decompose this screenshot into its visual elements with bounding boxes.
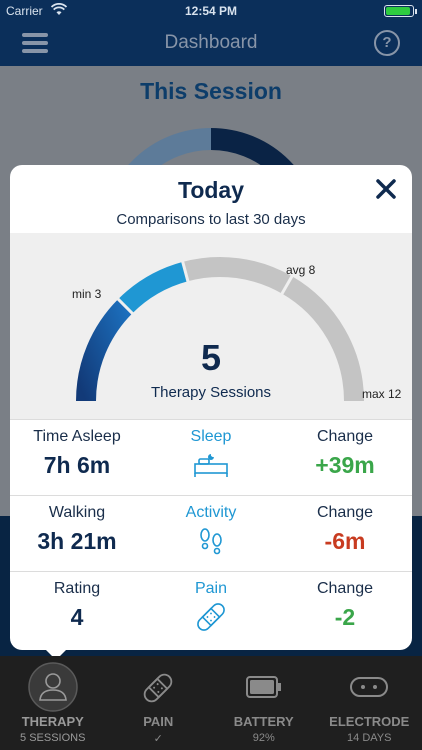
metric-label: Time Asleep bbox=[33, 428, 121, 445]
stats-row-sleep: Time Asleep 7h 6m Sleep Change +39m bbox=[10, 419, 412, 495]
stats-row-activity: Walking 3h 21m Activity Change -6m bbox=[10, 495, 412, 571]
tab-bar: THERAPY 5 SESSIONS PAIN ✓ BATTERY 92% EL… bbox=[0, 656, 422, 750]
metric-label: Rating bbox=[53, 580, 101, 597]
gauge-value: 5 bbox=[200, 337, 222, 378]
metric-label: Walking bbox=[48, 504, 106, 521]
close-icon[interactable] bbox=[374, 177, 398, 201]
electrode-icon bbox=[350, 677, 389, 697]
tab-label: THERAPY bbox=[21, 714, 84, 729]
category-label: Sleep bbox=[190, 428, 232, 445]
metric-value: 7h 6m bbox=[43, 452, 111, 478]
gauge-label: Therapy Sessions bbox=[150, 384, 272, 401]
category-label: Pain bbox=[194, 580, 228, 597]
gauge-min-label: min 3 bbox=[72, 287, 102, 301]
battery-status-icon bbox=[384, 5, 417, 17]
tab-label: BATTERY bbox=[233, 714, 294, 729]
tab-sublabel: 14 DAYS bbox=[347, 732, 392, 744]
metric-value: 4 bbox=[70, 604, 84, 630]
modal-title: Today bbox=[177, 177, 245, 203]
tab-therapy[interactable]: THERAPY 5 SESSIONS bbox=[0, 656, 106, 750]
help-icon[interactable]: ? bbox=[374, 30, 400, 56]
change-label: Change bbox=[316, 504, 374, 521]
tab-sublabel: 5 SESSIONS bbox=[20, 732, 86, 744]
gauge-avg-label: avg 8 bbox=[286, 263, 316, 277]
nav-title: Dashboard bbox=[164, 32, 258, 53]
tab-label: PAIN bbox=[143, 714, 174, 729]
gauge-segment-to-avg bbox=[182, 257, 292, 294]
bandage-icon bbox=[197, 603, 225, 631]
change-value: -6m bbox=[324, 528, 366, 554]
change-label: Change bbox=[316, 428, 374, 445]
person-icon bbox=[28, 662, 78, 712]
footprints-icon bbox=[200, 528, 222, 555]
clock: 12:54 PM bbox=[184, 4, 238, 18]
tab-sublabel: ✓ bbox=[153, 733, 163, 745]
nav-bar: Dashboard ? bbox=[0, 22, 422, 66]
change-value: +39m bbox=[315, 452, 375, 478]
tab-pain[interactable]: PAIN ✓ bbox=[106, 656, 212, 750]
today-modal: Today Comparisons to last 30 days min 3 … bbox=[10, 165, 412, 650]
gauge-segment-current bbox=[118, 261, 189, 314]
metric-value: 3h 21m bbox=[37, 528, 117, 554]
bed-icon bbox=[194, 454, 228, 477]
session-title: This Session bbox=[140, 78, 282, 104]
change-value: -2 bbox=[334, 604, 356, 630]
tab-electrode[interactable]: ELECTRODE 14 DAYS bbox=[317, 656, 422, 750]
tab-battery[interactable]: BATTERY 92% bbox=[211, 656, 317, 750]
tab-sublabel: 92% bbox=[252, 732, 275, 744]
bandage-icon bbox=[143, 673, 173, 703]
therapy-gauge: min 3 avg 8 max 12 5 Therapy Sessions bbox=[10, 233, 412, 419]
status-bar: Carrier 12:54 PM bbox=[0, 0, 422, 22]
stats-row-pain: Rating 4 Pain Change -2 bbox=[10, 571, 412, 647]
modal-subtitle: Comparisons to last 30 days bbox=[116, 211, 306, 228]
category-label: Activity bbox=[185, 504, 237, 521]
change-label: Change bbox=[316, 580, 374, 597]
battery-icon bbox=[245, 676, 281, 698]
tab-label: ELECTRODE bbox=[329, 714, 410, 729]
